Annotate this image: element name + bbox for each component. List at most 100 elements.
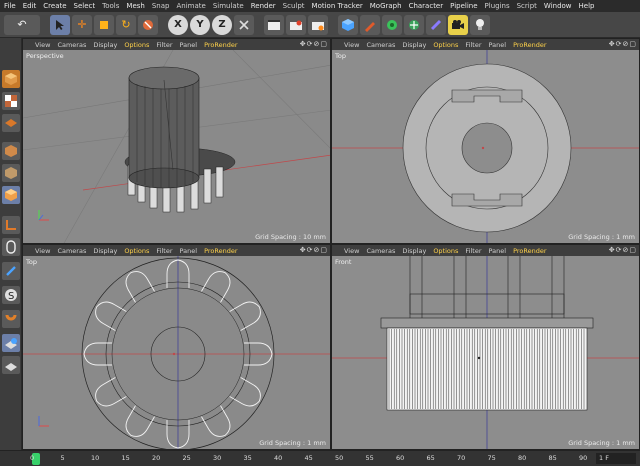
menu-character[interactable]: Character bbox=[409, 2, 444, 10]
vp-menu-display[interactable]: Display bbox=[93, 247, 117, 255]
axis-mode-icon[interactable] bbox=[2, 216, 20, 234]
scale-icon[interactable] bbox=[94, 14, 114, 35]
current-frame-field[interactable]: 1 F bbox=[596, 453, 636, 464]
menu-snap[interactable]: Snap bbox=[152, 2, 170, 10]
vp-menu-display[interactable]: Display bbox=[402, 41, 426, 49]
viewport-nav-icons[interactable]: ✥⟳⊘▢ bbox=[609, 40, 637, 48]
grid-spacing: Grid Spacing : 10 mm bbox=[255, 233, 326, 241]
edges-mode-icon[interactable] bbox=[2, 164, 20, 182]
menu-select[interactable]: Select bbox=[74, 2, 96, 10]
vp-menu-prorender[interactable]: ProRender bbox=[513, 247, 546, 255]
vp-menu-panel[interactable]: Panel bbox=[489, 247, 507, 255]
light-icon[interactable] bbox=[470, 14, 490, 35]
toolbar-separator bbox=[330, 15, 336, 35]
viewport-label: Top bbox=[26, 258, 37, 266]
world-coord-icon[interactable] bbox=[234, 14, 254, 35]
vp-menu-view[interactable]: View bbox=[35, 247, 50, 255]
menu-create[interactable]: Create bbox=[43, 2, 66, 10]
tweak-mode-icon[interactable] bbox=[2, 238, 20, 256]
polygons-mode-icon[interactable] bbox=[2, 186, 20, 204]
recent-icon[interactable] bbox=[138, 14, 158, 35]
menu-script[interactable]: Script bbox=[517, 2, 537, 10]
timeline-tick: 35 bbox=[243, 454, 252, 462]
menu-plugins[interactable]: Plugins bbox=[485, 2, 510, 10]
axis-gizmo bbox=[38, 210, 49, 221]
vp-menu-panel[interactable]: Panel bbox=[489, 41, 507, 49]
vp-menu-filter[interactable]: Filter bbox=[156, 41, 172, 49]
menu-mesh[interactable]: Mesh bbox=[126, 2, 144, 10]
menu-motion-tracker[interactable]: Motion Tracker bbox=[312, 2, 363, 10]
rotate-icon[interactable]: ↻ bbox=[116, 14, 136, 35]
vp-menu-display[interactable]: Display bbox=[93, 41, 117, 49]
vp-menu-view[interactable]: View bbox=[344, 247, 359, 255]
menu-bar: File Edit Create Select Tools Mesh Snap … bbox=[0, 0, 640, 12]
vp-menu-panel[interactable]: Panel bbox=[180, 41, 198, 49]
menu-render[interactable]: Render bbox=[251, 2, 276, 10]
toolbar-separator bbox=[160, 15, 166, 35]
vp-menu-cameras[interactable]: Cameras bbox=[57, 247, 86, 255]
menu-sculpt[interactable]: Sculpt bbox=[283, 2, 305, 10]
move-icon[interactable]: ✛ bbox=[72, 14, 92, 35]
vp-menu-options[interactable]: Options bbox=[433, 247, 458, 255]
make-editable-icon[interactable] bbox=[2, 70, 20, 88]
menu-mograph[interactable]: MoGraph bbox=[370, 2, 402, 10]
vp-menu-display[interactable]: Display bbox=[402, 247, 426, 255]
z-axis-icon[interactable]: Z bbox=[212, 14, 232, 35]
cube-icon[interactable] bbox=[338, 14, 358, 35]
vp-menu-prorender[interactable]: ProRender bbox=[204, 41, 237, 49]
viewport-top-lower[interactable]: View Cameras Display Options Filter Pane… bbox=[22, 244, 331, 450]
vp-menu-prorender[interactable]: ProRender bbox=[513, 41, 546, 49]
menu-pipeline[interactable]: Pipeline bbox=[450, 2, 477, 10]
vp-menu-view[interactable]: View bbox=[35, 41, 50, 49]
workplane-icon[interactable] bbox=[2, 114, 20, 132]
x-axis-icon[interactable]: X bbox=[168, 14, 188, 35]
viewport-top-upper[interactable]: View Cameras Display Options Filter Pane… bbox=[331, 38, 640, 244]
undo-icon[interactable]: ↶ bbox=[4, 14, 40, 35]
render-settings-icon[interactable] bbox=[308, 14, 328, 35]
locked-workplane-icon[interactable] bbox=[2, 334, 20, 352]
points-mode-icon[interactable] bbox=[2, 142, 20, 160]
viewport-front[interactable]: View Cameras Display Options Filter Pane… bbox=[331, 244, 640, 450]
viewport-nav-icons[interactable]: ✥⟳⊘▢ bbox=[609, 246, 637, 254]
toolbar-separator bbox=[256, 15, 262, 35]
vp-menu-cameras[interactable]: Cameras bbox=[366, 41, 395, 49]
timeline[interactable]: 0 5 10 15 20 25 30 35 40 45 50 55 60 65 70 75 80 85 90 1 F bbox=[0, 450, 640, 466]
menu-edit[interactable]: Edit bbox=[23, 2, 37, 10]
vp-menu-options[interactable]: Options bbox=[124, 41, 149, 49]
viewport-perspective[interactable]: View Cameras Display Options Filter Pane… bbox=[22, 38, 331, 244]
vp-menu-filter[interactable]: Filter bbox=[156, 247, 172, 255]
select-arrow-icon[interactable] bbox=[50, 14, 70, 35]
menu-tools[interactable]: Tools bbox=[102, 2, 119, 10]
vp-menu-options[interactable]: Options bbox=[124, 247, 149, 255]
solo-mode-icon[interactable] bbox=[2, 262, 20, 280]
timeline-tick: 85 bbox=[548, 454, 557, 462]
vp-menu-view[interactable]: View bbox=[344, 41, 359, 49]
snap-icon[interactable]: S bbox=[2, 286, 20, 304]
vp-menu-panel[interactable]: Panel bbox=[180, 247, 198, 255]
menu-help[interactable]: Help bbox=[579, 2, 595, 10]
render-view-icon[interactable] bbox=[264, 14, 284, 35]
vp-menu-cameras[interactable]: Cameras bbox=[366, 247, 395, 255]
planar-workplane-icon[interactable] bbox=[2, 356, 20, 374]
menu-animate[interactable]: Animate bbox=[176, 2, 205, 10]
subdivision-icon[interactable] bbox=[382, 14, 402, 35]
vp-menu-cameras[interactable]: Cameras bbox=[57, 41, 86, 49]
viewport-nav-icons[interactable]: ✥⟳⊘▢ bbox=[300, 246, 328, 254]
magnet-icon[interactable] bbox=[2, 310, 20, 328]
menu-simulate[interactable]: Simulate bbox=[213, 2, 244, 10]
vp-menu-filter[interactable]: Filter bbox=[465, 247, 481, 255]
render-picture-icon[interactable] bbox=[286, 14, 306, 35]
texture-mode-icon[interactable] bbox=[2, 92, 20, 110]
menu-file[interactable]: File bbox=[4, 2, 16, 10]
scene-camera-icon[interactable] bbox=[448, 14, 468, 35]
vp-menu-prorender[interactable]: ProRender bbox=[204, 247, 237, 255]
vp-menu-filter[interactable]: Filter bbox=[465, 41, 481, 49]
viewport-nav-icons[interactable]: ✥⟳⊘▢ bbox=[300, 40, 328, 48]
deformer-icon[interactable] bbox=[426, 14, 446, 35]
vp-menu-options[interactable]: Options bbox=[433, 41, 458, 49]
y-axis-icon[interactable]: Y bbox=[190, 14, 210, 35]
viewport-label: Front bbox=[335, 258, 352, 266]
pen-icon[interactable] bbox=[360, 14, 380, 35]
array-icon[interactable] bbox=[404, 14, 424, 35]
menu-window[interactable]: Window bbox=[544, 2, 572, 10]
